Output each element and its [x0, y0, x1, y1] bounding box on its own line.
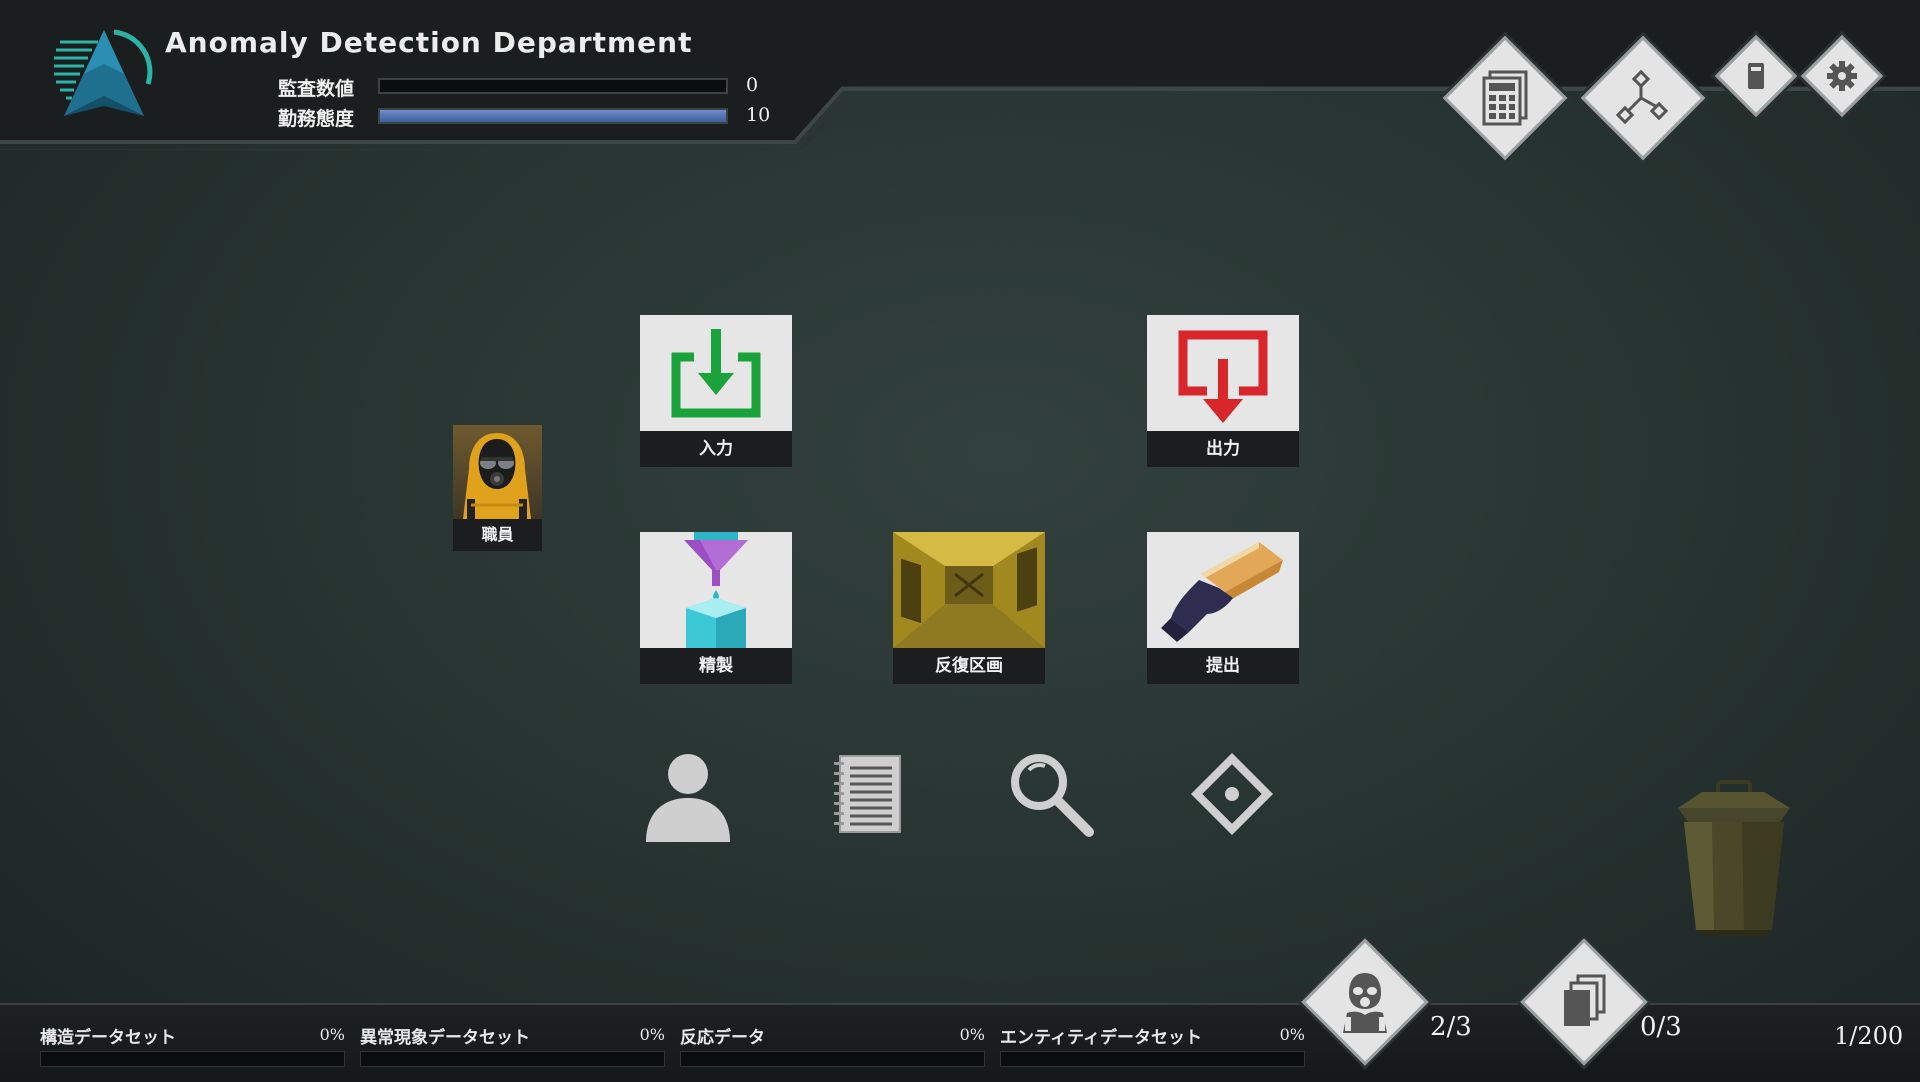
cards-stack-icon: [1564, 974, 1606, 1026]
input-arrow-icon: [671, 329, 761, 418]
output-tile-art: [1147, 315, 1299, 431]
phone-icon: [1748, 63, 1764, 89]
attitude-stat-bar: [378, 108, 728, 124]
submit-tile[interactable]: 提出: [1147, 532, 1299, 684]
audit-stat-bar: [378, 78, 728, 94]
anomaly-dataset-percent: 0%: [639, 1025, 665, 1044]
flowchart-button[interactable]: [1580, 35, 1706, 161]
gas-mask-worker-icon: [1343, 973, 1387, 1033]
input-label: 入力: [640, 431, 792, 467]
loop-section-tile[interactable]: 反復区画: [893, 532, 1045, 684]
flowchart-icon: [1615, 69, 1669, 125]
structure-dataset-bar: [40, 1051, 345, 1067]
audit-stat-label: 監査数値: [278, 78, 355, 100]
structure-dataset: 構造データセット 0%: [40, 1023, 345, 1073]
magnifier-icon[interactable]: [1005, 748, 1097, 840]
output-label: 出力: [1147, 431, 1299, 467]
staff-count: 2/3: [1430, 1012, 1472, 1042]
settings-button[interactable]: [1800, 34, 1884, 118]
phone-button[interactable]: [1714, 34, 1798, 118]
attitude-stat-label: 勤務態度: [278, 108, 355, 130]
input-tile-art: [640, 315, 792, 431]
refine-label: 精製: [640, 648, 792, 684]
funnel-beaker-icon: [684, 532, 748, 648]
page-counter: 1/200: [1834, 1022, 1904, 1050]
loop-section-tile-art: [893, 532, 1045, 648]
entity-dataset-name: エンティティデータセット: [1000, 1028, 1202, 1048]
calculator-icon: [1482, 70, 1528, 126]
loop-section-label: 反復区画: [893, 648, 1045, 684]
reaction-dataset: 反応データ 0%: [680, 1023, 985, 1073]
staff-button[interactable]: [1301, 938, 1429, 1066]
refine-tile[interactable]: 精製: [640, 532, 792, 684]
reaction-dataset-name: 反応データ: [680, 1028, 765, 1048]
hand-folder-icon: [1161, 542, 1283, 642]
worker-card[interactable]: 職員: [453, 425, 542, 551]
cards-button[interactable]: [1520, 938, 1648, 1066]
output-arrow-icon: [1178, 330, 1268, 423]
entity-dataset-percent: 0%: [1279, 1025, 1305, 1044]
entity-dataset-bar: [1000, 1051, 1305, 1067]
worker-portrait: [453, 425, 542, 519]
diamond-target-icon[interactable]: [1188, 750, 1276, 838]
attitude-stat-value: 10: [746, 104, 771, 126]
notebook-icon[interactable]: [830, 752, 906, 836]
audit-stat-value: 0: [746, 74, 759, 96]
anomaly-dataset: 異常現象データセット 0%: [360, 1023, 665, 1073]
reaction-dataset-percent: 0%: [959, 1025, 985, 1044]
gear-icon: [1827, 61, 1857, 91]
submit-tile-art: [1147, 532, 1299, 648]
department-logo-icon: [54, 29, 153, 116]
worker-label: 職員: [453, 519, 542, 551]
department-title: Anomaly Detection Department: [165, 26, 693, 59]
reaction-dataset-bar: [680, 1051, 985, 1067]
card-count: 0/3: [1640, 1012, 1682, 1042]
corridor-icon: [893, 532, 1045, 648]
input-tile[interactable]: 入力: [640, 315, 792, 467]
attitude-stat-fill: [380, 110, 726, 122]
hazmat-worker-icon: [463, 433, 531, 519]
person-icon[interactable]: [642, 750, 734, 842]
structure-dataset-percent: 0%: [319, 1025, 345, 1044]
entity-dataset: エンティティデータセット 0%: [1000, 1023, 1305, 1073]
anomaly-dataset-name: 異常現象データセット: [360, 1028, 530, 1048]
trash-can-icon[interactable]: [1668, 780, 1798, 938]
anomaly-dataset-bar: [360, 1051, 665, 1067]
output-tile[interactable]: 出力: [1147, 315, 1299, 467]
submit-label: 提出: [1147, 648, 1299, 684]
structure-dataset-name: 構造データセット: [40, 1028, 176, 1048]
refine-tile-art: [640, 532, 792, 648]
calculator-button[interactable]: [1442, 35, 1568, 161]
